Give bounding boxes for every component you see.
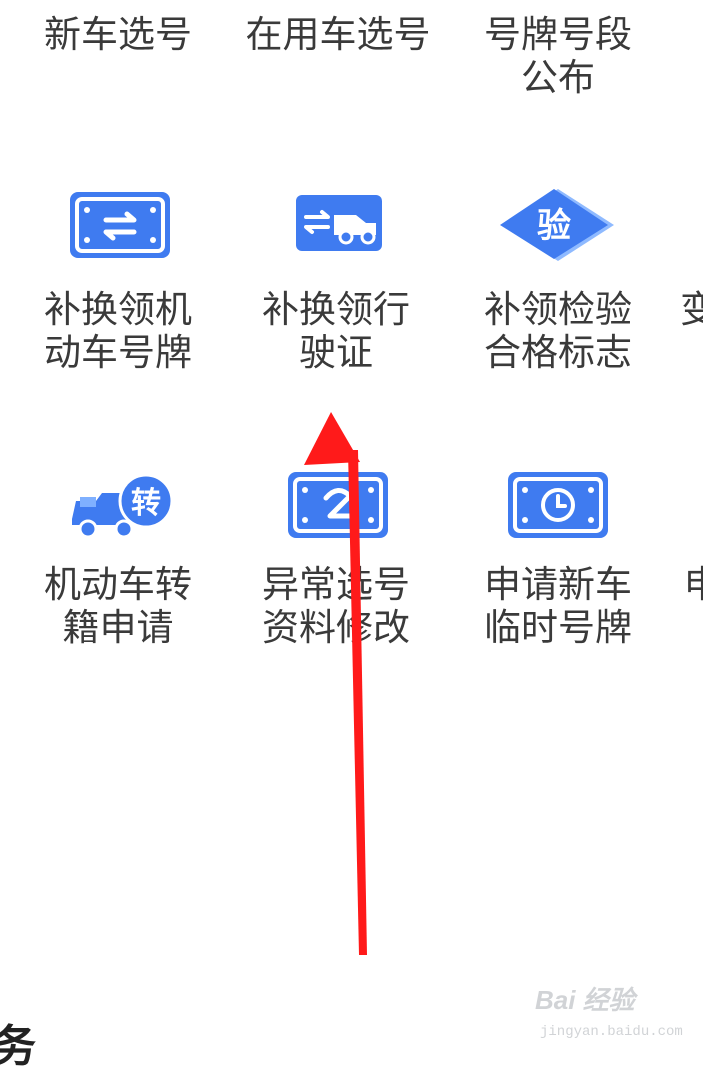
vehicle-transfer-label: 机动车转 籍申请 [44,563,192,649]
replace-license-item[interactable]: 补换领行 驶证 [256,185,416,385]
replace-license-label: 补换领行 驶证 [262,288,410,374]
plate-segment-line1: 号牌号段 [484,13,632,56]
temporary-plate-label: 申请新车 临时号牌 [484,563,632,649]
transfer-badge-text: 转 [131,486,161,521]
plate-edit-icon [288,472,388,538]
plate-segment-publication[interactable]: 号牌号段 公布 [478,13,638,99]
inspection-mark-label: 补领检验 合格标志 [484,288,632,374]
inspection-badge-icon: 验 [500,189,614,261]
section-title: 务 [0,1021,36,1072]
partial-item-row3[interactable]: 申 [684,563,703,606]
plate-clock-icon [508,472,608,538]
new-car-plate-selection[interactable]: 新车选号 [40,13,196,56]
plate-segment-line2: 公布 [521,56,595,99]
used-car-plate-selection[interactable]: 在用车选号 [240,13,436,56]
inspection-badge-text: 验 [537,206,571,246]
watermark-brand: Bai 经验 [535,985,635,1015]
replace-plate-item[interactable]: 补换领机 动车号牌 [40,185,200,385]
inspection-mark-item[interactable]: 验 补领检验 合格标志 [478,185,638,385]
car-swap-icon [296,195,382,251]
temporary-plate-item[interactable]: 申请新车 临时号牌 [478,468,638,668]
partial-item-row2[interactable]: 变 [680,288,703,331]
watermark-url: jingyan.baidu.com [540,1024,683,1040]
abnormal-selection-edit-label: 异常选号 资料修改 [262,563,410,649]
arrow-head [304,412,360,465]
plate-swap-icon [70,192,170,258]
vehicle-transfer-item[interactable]: 转 机动车转 籍申请 [40,468,200,668]
abnormal-selection-edit-item[interactable]: 异常选号 资料修改 [256,468,416,668]
replace-plate-label: 补换领机 动车号牌 [44,288,192,374]
truck-transfer-icon: 转 [72,473,174,539]
baidu-jingyan-watermark: Bai 经验 jingyan.baidu.com [535,980,695,1050]
